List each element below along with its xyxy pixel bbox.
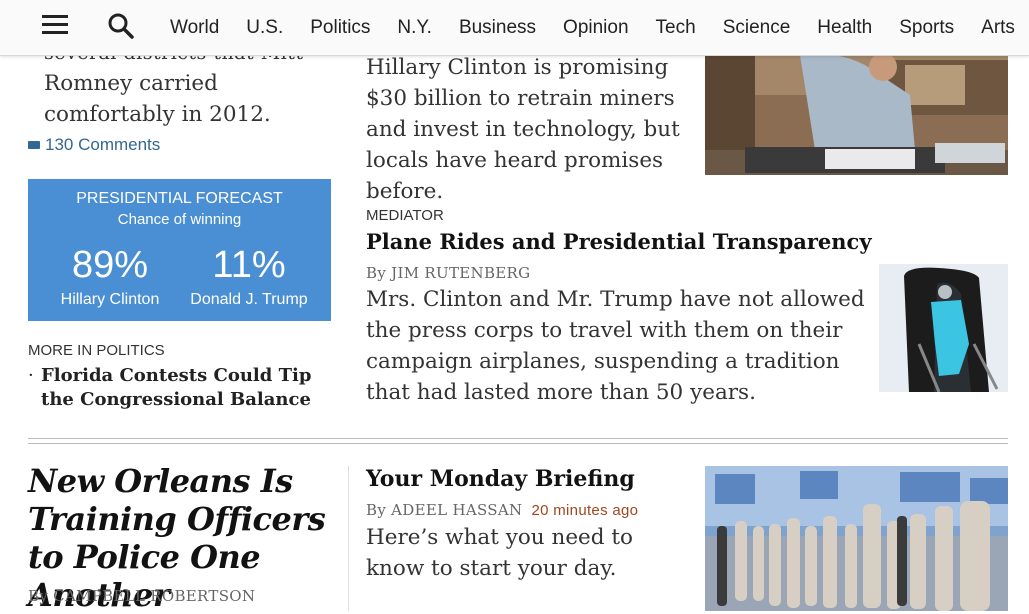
nav-link-us[interactable]: U.S. (246, 17, 283, 39)
nav-link-science[interactable]: Science (723, 17, 791, 39)
nav-link-politics[interactable]: Politics (310, 17, 370, 39)
search-icon[interactable] (107, 12, 135, 40)
comment-icon (28, 141, 40, 149)
comments-count: 130 Comments (45, 135, 161, 154)
timestamp: 20 minutes ago (531, 502, 639, 519)
byline-author: By ADEEL HASSAN (366, 501, 523, 519)
byline: By ADEEL HASSAN 20 minutes ago (366, 501, 638, 519)
article-summary-plane: Mrs. Clinton and Mr. Trump have not allo… (366, 287, 865, 405)
section-nav: World U.S. Politics N.Y. Business Opinio… (170, 0, 1029, 55)
bullet: · (28, 365, 34, 386)
nav-link-health[interactable]: Health (817, 17, 872, 39)
nav-link-business[interactable]: Business (459, 17, 536, 39)
nav-link-ny[interactable]: N.Y. (397, 17, 432, 39)
forecast-percent: 89% (71, 244, 149, 286)
forecast-candidate-trump: 11% Donald J. Trump (178, 243, 320, 309)
more-in-politics-headline: Florida Contests Could Tip the Congressi… (41, 365, 312, 410)
forecast-subtitle: Chance of winning (117, 211, 242, 228)
forecast-candidate-clinton: 89% Hillary Clinton (28, 243, 192, 309)
article-summary-briefing: Here’s what you need to know to start yo… (366, 525, 633, 581)
headline-plane-rides[interactable]: Plane Rides and Presidential Transparenc… (366, 229, 872, 254)
comments-link[interactable]: 130 Comments (28, 135, 160, 155)
article-summary-romney: Romney carried comfortably in 2012. (44, 71, 271, 127)
forecast-candidate-name: Donald J. Trump (190, 291, 308, 308)
plane-article-image[interactable] (879, 264, 1008, 392)
miner-article-image[interactable] (705, 55, 1008, 175)
byline: By JIM RUTENBERG (366, 264, 531, 282)
briefing-article-image[interactable] (705, 466, 1008, 611)
nav-link-arts[interactable]: Arts (981, 17, 1015, 39)
column-divider (348, 466, 349, 611)
forecast-title: PRESIDENTIAL FORECAST (76, 190, 283, 207)
top-navigation-bar: World U.S. Politics N.Y. Business Opinio… (0, 0, 1029, 56)
article-kicker: MEDIATOR (366, 207, 444, 224)
forecast-percent: 11% (212, 244, 286, 286)
headline-monday-briefing[interactable]: Your Monday Briefing (366, 466, 635, 492)
more-in-politics-item[interactable]: · Florida Contests Could Tip the Congres… (28, 364, 338, 412)
nav-link-sports[interactable]: Sports (899, 17, 954, 39)
byline: By CAMPBELL ROBERTSON (28, 587, 256, 605)
forecast-candidate-name: Hillary Clinton (60, 291, 160, 308)
more-in-politics-label: MORE IN POLITICS (28, 342, 165, 359)
section-divider (28, 438, 1008, 444)
presidential-forecast-widget[interactable]: PRESIDENTIAL FORECAST Chance of winning … (28, 179, 331, 321)
article-summary-miners: Hillary Clinton is promising $30 billion… (366, 55, 680, 204)
menu-icon[interactable] (42, 15, 68, 37)
nav-link-tech[interactable]: Tech (656, 17, 696, 39)
nav-link-world[interactable]: World (170, 17, 219, 39)
nav-link-opinion[interactable]: Opinion (563, 17, 629, 39)
